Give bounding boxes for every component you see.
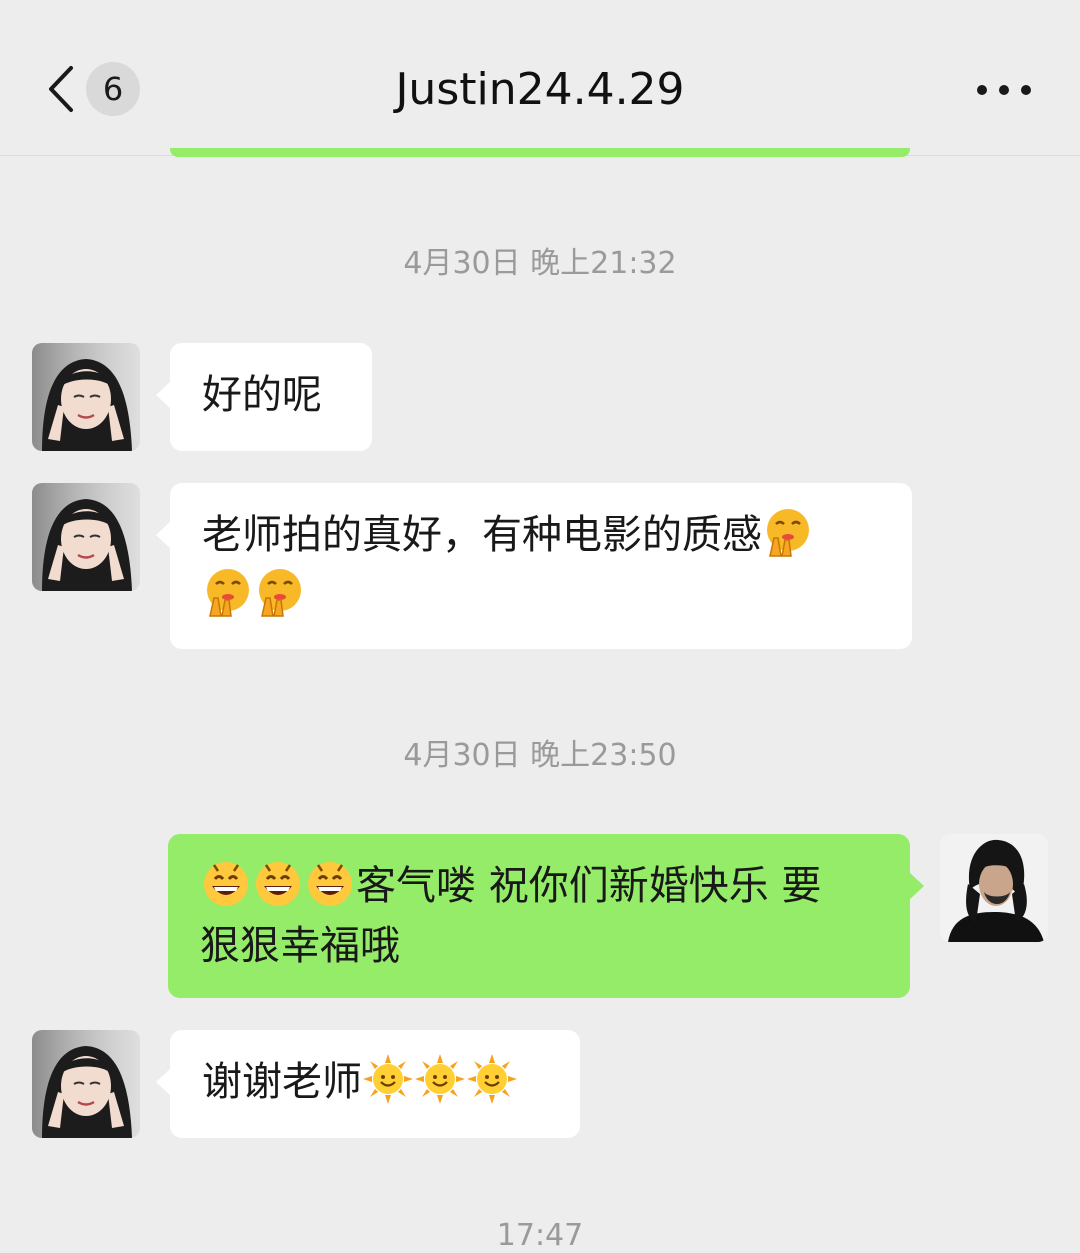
sent-message-bubble[interactable]: 客气喽 祝你们新婚快乐 要狠狠幸福哦 [168, 834, 924, 998]
chat-title: Justin24.4.29 [395, 64, 685, 115]
timestamp: 4月30日 晚上23:50 [403, 738, 677, 773]
message-text: 老师拍的真好，有种电影的质感 [202, 512, 762, 558]
contact-avatar[interactable] [32, 483, 140, 591]
contact-avatar[interactable] [32, 343, 140, 451]
navigation-bar: 6 Justin24.4.29 [0, 0, 1080, 156]
grinning-face-icon [304, 857, 356, 909]
message-text: 狠狠幸福哦 [200, 923, 400, 969]
message-text: 客气喽 祝你们新婚快乐 要 [356, 863, 822, 909]
face-peeking-icon [762, 506, 814, 558]
unread-count-badge[interactable]: 6 [86, 62, 140, 116]
sun-icon [414, 1053, 466, 1105]
back-button[interactable] [40, 60, 80, 118]
grinning-face-icon [252, 857, 304, 909]
timestamp: 17:47 [496, 1218, 584, 1253]
more-options-button[interactable] [968, 66, 1040, 114]
face-peeking-icon [254, 566, 306, 618]
timestamp: 4月30日 晚上21:32 [403, 246, 677, 281]
face-peeking-icon [202, 566, 254, 618]
sun-icon [362, 1053, 414, 1105]
contact-avatar[interactable] [32, 1030, 140, 1138]
previous-message-bubble-edge [170, 148, 910, 157]
my-avatar[interactable] [940, 834, 1048, 942]
more-dots-icon [977, 85, 1031, 95]
sun-icon [466, 1053, 518, 1105]
chevron-left-icon [49, 66, 73, 112]
received-message-bubble[interactable]: 好的呢 [156, 343, 372, 451]
grinning-face-icon [200, 857, 252, 909]
message-text: 好的呢 [202, 372, 322, 418]
received-message-bubble[interactable]: 谢谢老师 [156, 1030, 580, 1138]
message-text: 谢谢老师 [202, 1059, 362, 1105]
received-message-bubble[interactable]: 老师拍的真好，有种电影的质感 [156, 483, 912, 649]
